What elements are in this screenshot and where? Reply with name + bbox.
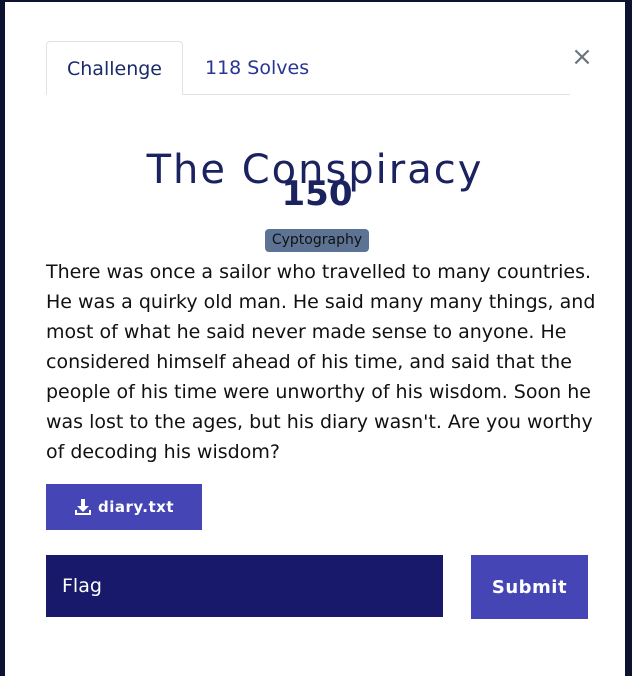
tab-solves[interactable]: 118 Solves: [185, 41, 329, 94]
download-file-button[interactable]: diary.txt: [46, 484, 202, 530]
category-badge: Cyptography: [265, 229, 369, 252]
submit-button[interactable]: Submit: [471, 555, 588, 619]
download-icon: [74, 499, 91, 515]
flag-input[interactable]: [46, 555, 443, 617]
challenge-modal: × Challenge 118 Solves The Conspiracy 15…: [5, 2, 625, 676]
close-button[interactable]: ×: [571, 44, 593, 70]
challenge-points: 150: [281, 174, 353, 214]
tab-challenge[interactable]: Challenge: [46, 41, 183, 95]
challenge-tabs: Challenge 118 Solves: [46, 41, 570, 95]
download-file-label: diary.txt: [97, 498, 174, 516]
challenge-description: There was once a sailor who travelled to…: [46, 261, 596, 463]
